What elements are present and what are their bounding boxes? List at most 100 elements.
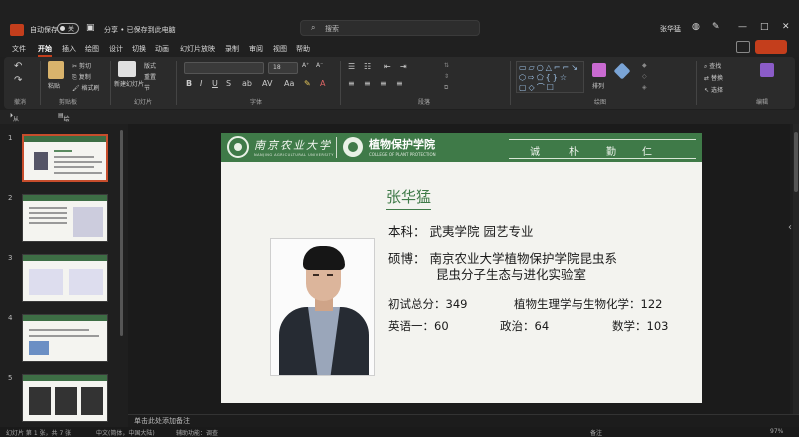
- undergrad-info[interactable]: 本科： 武夷学院 园艺专业: [388, 221, 533, 240]
- tab-draw[interactable]: 绘图: [85, 44, 99, 54]
- increase-indent-icon[interactable]: ⇥: [400, 62, 407, 71]
- canvas-scrollbar[interactable]: [793, 124, 799, 414]
- tab-review[interactable]: 审阅: [249, 44, 263, 54]
- bold-icon[interactable]: B: [186, 79, 192, 88]
- maximize-button[interactable]: □: [760, 22, 769, 32]
- font-family-select[interactable]: [184, 62, 264, 74]
- user-name[interactable]: 张华猛: [660, 24, 681, 34]
- arrange-icon[interactable]: [592, 63, 606, 77]
- find-button[interactable]: ⌕ 查找: [704, 61, 721, 71]
- comments-button[interactable]: [736, 41, 750, 53]
- shape-outline-icon[interactable]: ◇: [642, 73, 647, 80]
- autosave-toggle[interactable]: 关: [57, 23, 79, 34]
- student-name[interactable]: 张华猛: [386, 186, 432, 210]
- align-right-icon[interactable]: ≡: [380, 79, 387, 88]
- slide-thumbnail-5[interactable]: [22, 374, 108, 422]
- quick-styles-icon[interactable]: [613, 62, 631, 80]
- grow-font-icon[interactable]: A⁺: [302, 62, 309, 69]
- tab-home[interactable]: 开始: [38, 44, 52, 57]
- search-box[interactable]: ⌕ 搜索: [300, 20, 480, 36]
- layout-button[interactable]: 版式: [144, 61, 156, 70]
- select-button[interactable]: ↖ 选择: [704, 85, 723, 94]
- language-indicator[interactable]: 中文(简体，中国大陆): [96, 428, 155, 437]
- slide-thumbnail-4[interactable]: [22, 314, 108, 362]
- student-photo[interactable]: [270, 238, 375, 376]
- pen-icon[interactable]: ✎: [712, 22, 720, 32]
- align-text-icon[interactable]: ⇕: [444, 73, 449, 80]
- graduate-info-line2[interactable]: 昆虫分子生态与进化实验室: [436, 264, 586, 283]
- tab-insert[interactable]: 插入: [62, 44, 76, 54]
- from-start-button[interactable]: ⏵ 从头开始: [10, 112, 19, 150]
- scrollbar-thumb[interactable]: [794, 132, 798, 192]
- thumbnails-scrollbar[interactable]: [120, 130, 123, 336]
- align-center-icon[interactable]: ≡: [364, 79, 371, 88]
- notes-pane[interactable]: 单击此处添加备注: [128, 414, 799, 427]
- accessibility-status[interactable]: 辅助功能：调查: [176, 428, 218, 437]
- redo-icon[interactable]: ↷: [14, 75, 22, 86]
- tab-animations[interactable]: 动画: [155, 44, 169, 54]
- tab-transitions[interactable]: 切换: [132, 44, 146, 54]
- numbering-icon[interactable]: ☷: [364, 62, 371, 71]
- cut-button[interactable]: ✂ 剪切: [72, 61, 91, 70]
- shape-fill-icon[interactable]: ◆: [642, 62, 647, 69]
- section-button[interactable]: 节: [144, 83, 150, 92]
- slide-thumbnail-3[interactable]: [22, 254, 108, 302]
- shadow-icon[interactable]: ab: [242, 79, 252, 88]
- notes-button[interactable]: 备注: [590, 428, 602, 437]
- thumb-image: [73, 207, 103, 237]
- designer-icon[interactable]: [760, 63, 774, 77]
- copy-button[interactable]: ⎘ 复制: [72, 72, 91, 82]
- strikethrough-icon[interactable]: S: [226, 79, 231, 88]
- shrink-font-icon[interactable]: A⁻: [316, 62, 323, 69]
- shape-effects-icon[interactable]: ◈: [642, 84, 647, 91]
- chevron-left-icon[interactable]: ‹: [788, 222, 792, 233]
- font-color-icon[interactable]: A: [320, 79, 325, 88]
- minimize-button[interactable]: —: [738, 22, 747, 32]
- tab-help[interactable]: 帮助: [296, 44, 310, 54]
- paste-icon[interactable]: [48, 61, 64, 79]
- close-button[interactable]: ✕: [782, 22, 790, 32]
- undo-icon[interactable]: ↶: [14, 61, 22, 72]
- new-slide-label[interactable]: 新建幻灯片: [114, 79, 144, 88]
- score-english[interactable]: 英语一：60: [388, 318, 449, 334]
- share-button[interactable]: [755, 40, 787, 54]
- draw-textbox-button[interactable]: ▤ 绘制横排文本框: [58, 112, 70, 177]
- highlight-icon[interactable]: ✎: [304, 79, 311, 88]
- reset-button[interactable]: 重置: [144, 72, 156, 81]
- smartart-icon[interactable]: ⧉: [444, 84, 448, 92]
- tab-record[interactable]: 录制: [225, 44, 239, 54]
- replace-button[interactable]: ⇄ 替换: [704, 73, 723, 82]
- copilot-icon[interactable]: ◍: [692, 22, 700, 32]
- college-logo-icon: [343, 137, 363, 157]
- score-politics[interactable]: 政治：64: [500, 318, 549, 334]
- format-painter-button[interactable]: 🖌 格式刷: [72, 83, 100, 92]
- text-direction-icon[interactable]: ⇅: [444, 62, 449, 69]
- spacing-icon[interactable]: AV: [262, 79, 272, 88]
- new-slide-icon[interactable]: [118, 61, 136, 77]
- font-size-select[interactable]: 18: [268, 62, 298, 74]
- justify-icon[interactable]: ≡: [396, 79, 403, 88]
- ribbon-divider: [40, 61, 41, 105]
- zoom-level[interactable]: 97%: [770, 428, 783, 435]
- score-physio-biochem[interactable]: 植物生理学与生物化学：122: [514, 296, 662, 312]
- change-case-icon[interactable]: Aa: [284, 79, 294, 88]
- arrange-label[interactable]: 排列: [592, 81, 604, 90]
- tab-view[interactable]: 视图: [273, 44, 287, 54]
- tab-design[interactable]: 设计: [109, 44, 123, 54]
- bullets-icon[interactable]: ☰: [348, 62, 355, 71]
- decrease-indent-icon[interactable]: ⇤: [384, 62, 391, 71]
- slide-thumbnail-2[interactable]: [22, 194, 108, 242]
- tab-slideshow[interactable]: 幻灯片放映: [180, 44, 215, 54]
- save-icon[interactable]: ▣: [86, 23, 95, 33]
- align-left-icon[interactable]: ≡: [348, 79, 355, 88]
- italic-icon[interactable]: I: [200, 79, 202, 88]
- score-math[interactable]: 数学：103: [612, 318, 668, 334]
- paste-label[interactable]: 粘贴: [48, 81, 60, 90]
- find-label: 查找: [709, 63, 722, 70]
- score-total[interactable]: 初试总分：349: [388, 296, 467, 312]
- tab-file[interactable]: 文件: [12, 44, 26, 54]
- ribbon-tabs: 文件 开始 插入 绘图 设计 切换 动画 幻灯片放映 录制 审阅 视图 帮助: [0, 40, 799, 57]
- shapes-gallery[interactable]: ▭▱○△⌐⌐↘ ⬡⇨⬠{}☆ ▢◇⌒☐: [516, 61, 584, 93]
- underline-icon[interactable]: U: [212, 79, 218, 88]
- slide-thumbnail-1[interactable]: [22, 134, 108, 182]
